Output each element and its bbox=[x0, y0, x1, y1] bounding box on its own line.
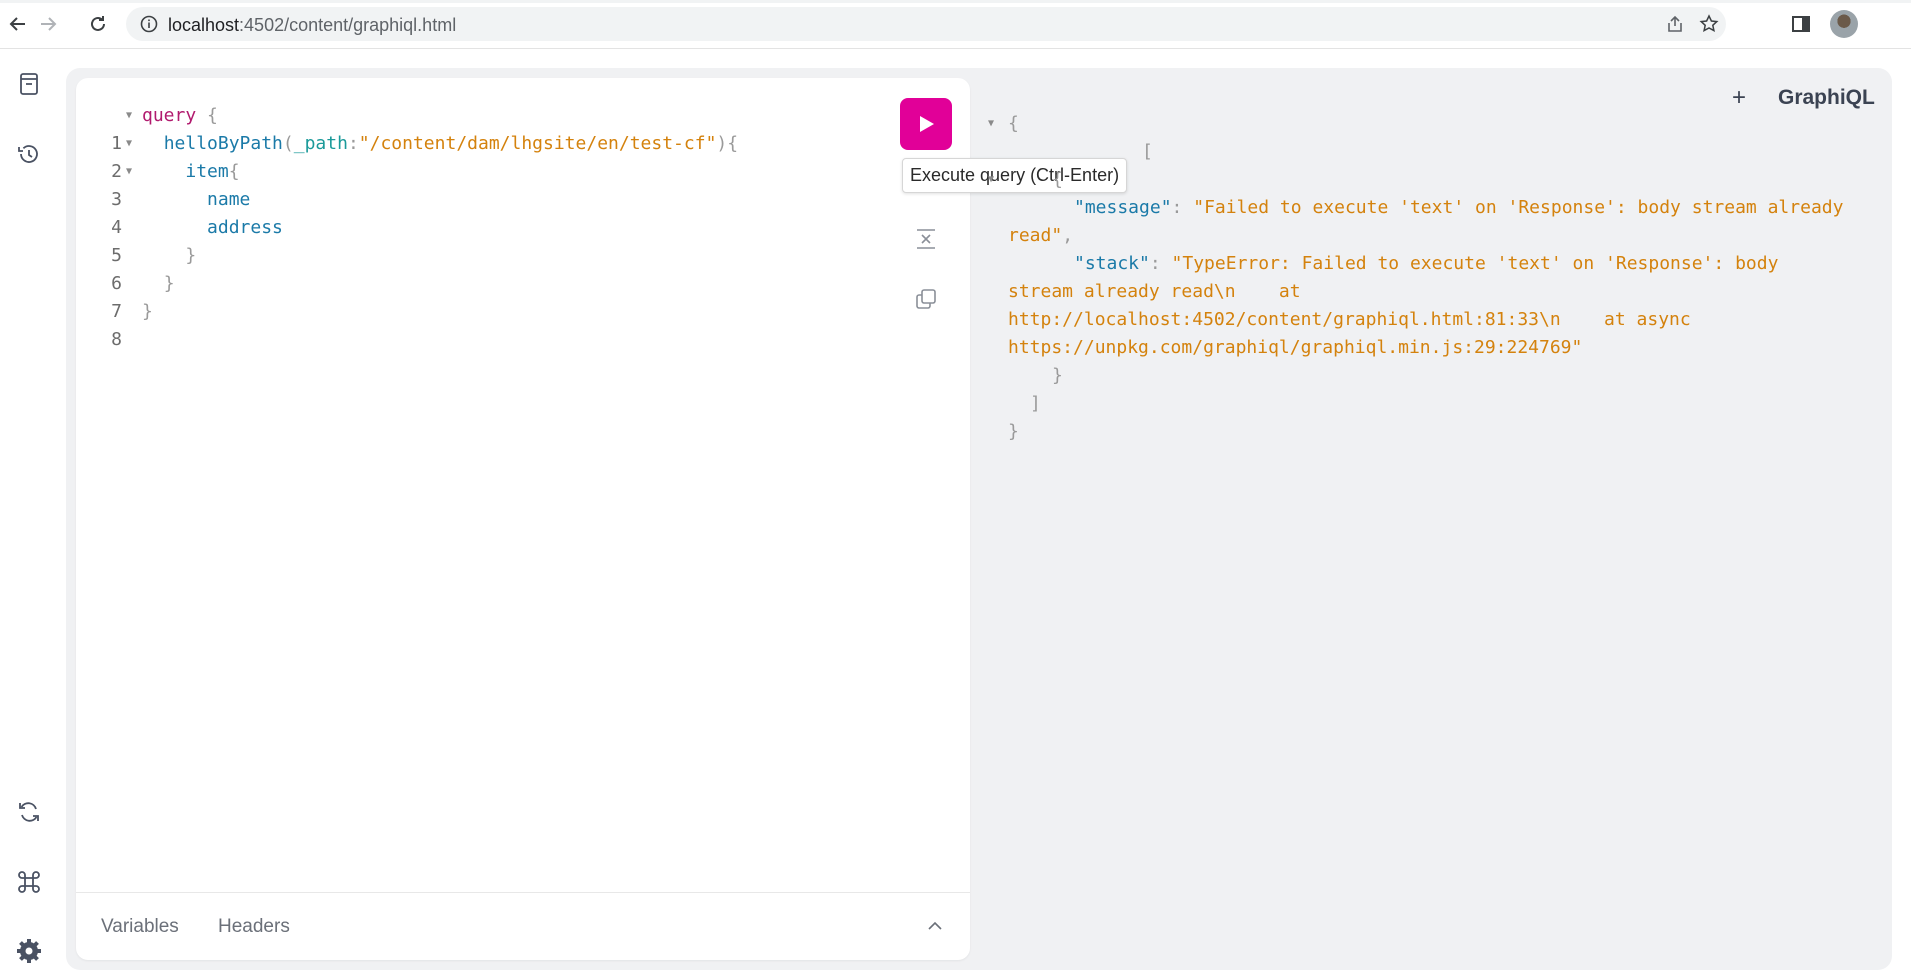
fold-arrow-icon[interactable]: ▼ bbox=[988, 110, 994, 138]
field-item: item bbox=[185, 161, 229, 182]
share-icon[interactable] bbox=[1664, 13, 1686, 35]
result-line: ] bbox=[990, 390, 1890, 418]
history-icon[interactable] bbox=[14, 139, 44, 169]
forward-icon[interactable] bbox=[34, 10, 62, 38]
code-line: 5 address bbox=[76, 214, 283, 266]
json-value-message: "Failed to execute 'text' on 'Response':… bbox=[1193, 197, 1844, 218]
tab-headers[interactable]: Headers bbox=[218, 916, 290, 938]
query-keyword: query bbox=[142, 105, 197, 126]
brace: { bbox=[1008, 113, 1019, 134]
code-line: 7 } bbox=[76, 270, 174, 322]
json-key-stack: "stack" bbox=[1074, 253, 1150, 274]
result-line: ▼{ bbox=[988, 110, 1890, 138]
result-line: [ bbox=[990, 138, 1890, 166]
result-line: "message": "Failed to execute 'text' on … bbox=[1074, 197, 1844, 218]
brace: } bbox=[1052, 365, 1063, 386]
json-value-stack-cont: stream already read\n at bbox=[1008, 281, 1301, 302]
json-value-message-cont: read" bbox=[1008, 225, 1063, 246]
json-value-stack-cont: http://localhost:4502/content/graphiql.h… bbox=[1008, 309, 1691, 330]
shortcuts-icon[interactable] bbox=[14, 867, 44, 897]
fold-arrow-icon[interactable]: ▼ bbox=[126, 130, 132, 158]
brace: } bbox=[163, 273, 175, 294]
field-helloByPath: helloByPath bbox=[163, 133, 283, 154]
line-number: 8 bbox=[111, 329, 122, 350]
bracket: ] bbox=[1030, 393, 1041, 414]
brace: { bbox=[196, 105, 218, 126]
code-line: 2 ▼ helloByPath(_path:"/content/dam/lhgs… bbox=[76, 130, 738, 182]
query-editor[interactable]: 1 ▼ query { 2 ▼ helloByPath(_path:"/cont… bbox=[76, 78, 970, 960]
colon: : bbox=[347, 133, 359, 154]
code-line: 3 ▼ item{ bbox=[76, 158, 239, 210]
code-line: 4 name bbox=[76, 186, 250, 238]
site-info-icon[interactable] bbox=[140, 15, 158, 33]
brace: } bbox=[1008, 421, 1019, 442]
add-tab-button[interactable]: + bbox=[1732, 86, 1746, 110]
docs-explorer-icon[interactable] bbox=[14, 69, 44, 99]
brand-text: GraphiQL bbox=[1778, 86, 1875, 109]
side-panel-icon[interactable] bbox=[1790, 13, 1812, 35]
json-value-stack: "TypeError: Failed to execute 'text' on … bbox=[1171, 253, 1779, 274]
result-line: "stack": "TypeError: Failed to execute '… bbox=[1074, 253, 1779, 274]
back-icon[interactable] bbox=[4, 10, 32, 38]
result-line: stream already read\n at bbox=[990, 278, 1890, 306]
bracket: [ bbox=[1142, 141, 1153, 162]
brace: } bbox=[142, 301, 153, 322]
brace: } bbox=[185, 245, 197, 266]
result-viewer[interactable]: ▼{ [ ▼{ "message": "Failed to execute 't… bbox=[988, 110, 1890, 446]
play-icon bbox=[920, 116, 934, 132]
result-line: http://localhost:4502/content/graphiql.h… bbox=[990, 306, 1890, 334]
result-line: ▼{ bbox=[988, 166, 1890, 194]
address-bar[interactable]: localhost:4502/content/graphiql.html bbox=[126, 7, 1726, 41]
result-line: read", bbox=[1008, 225, 1074, 246]
browser-toolbar: localhost:4502/content/graphiql.html bbox=[0, 0, 1911, 49]
code-line: 6 } bbox=[76, 242, 196, 294]
fold-arrow-icon[interactable]: ▼ bbox=[126, 158, 132, 186]
profile-avatar[interactable] bbox=[1830, 10, 1858, 38]
field-address: address bbox=[207, 217, 283, 238]
tab-variables[interactable]: Variables bbox=[101, 916, 179, 938]
graphiql-sidebar bbox=[0, 49, 58, 979]
result-line: } bbox=[990, 362, 1890, 390]
url-host: localhost bbox=[168, 15, 240, 35]
code-line: 1 ▼ query { bbox=[76, 102, 218, 154]
settings-gear-icon[interactable] bbox=[14, 936, 44, 966]
tab-strip-edge bbox=[0, 0, 1911, 3]
reload-icon[interactable] bbox=[84, 10, 112, 38]
json-key-message: "message" bbox=[1074, 197, 1172, 218]
result-line: } bbox=[990, 418, 1890, 446]
bookmark-star-icon[interactable] bbox=[1698, 13, 1720, 35]
paren-close: ){ bbox=[716, 133, 739, 154]
chevron-up-icon[interactable] bbox=[926, 917, 944, 935]
url-text[interactable]: localhost:4502/content/graphiql.html bbox=[168, 15, 456, 36]
url-path: :4502/content/graphiql.html bbox=[239, 15, 457, 35]
json-value-stack-cont: https://unpkg.com/graphiql/graphiql.min.… bbox=[1008, 337, 1583, 358]
brace: { bbox=[1052, 169, 1063, 190]
paren-open: ( bbox=[282, 133, 294, 154]
editor-tools-bar: Variables Headers bbox=[76, 892, 970, 961]
copy-query-icon[interactable] bbox=[910, 283, 942, 315]
result-line: https://unpkg.com/graphiql/graphiql.min.… bbox=[990, 334, 1890, 362]
argument-path: _path bbox=[293, 133, 348, 154]
refetch-schema-icon[interactable] bbox=[14, 797, 44, 827]
merge-fragments-icon[interactable] bbox=[910, 223, 942, 255]
brace: { bbox=[228, 161, 240, 182]
string-value: "/content/dam/lhgsite/en/test-cf" bbox=[358, 133, 717, 154]
execute-query-button[interactable] bbox=[900, 98, 952, 150]
field-name: name bbox=[207, 189, 251, 210]
fold-arrow-icon[interactable]: ▼ bbox=[126, 102, 132, 130]
code-line: 8 } bbox=[76, 298, 153, 350]
query-code[interactable]: 1 ▼ query { 2 ▼ helloByPath(_path:"/cont… bbox=[76, 102, 738, 350]
graphiql-logo: GraphiQL bbox=[1778, 86, 1875, 110]
fold-arrow-icon[interactable]: ▼ bbox=[988, 166, 994, 194]
